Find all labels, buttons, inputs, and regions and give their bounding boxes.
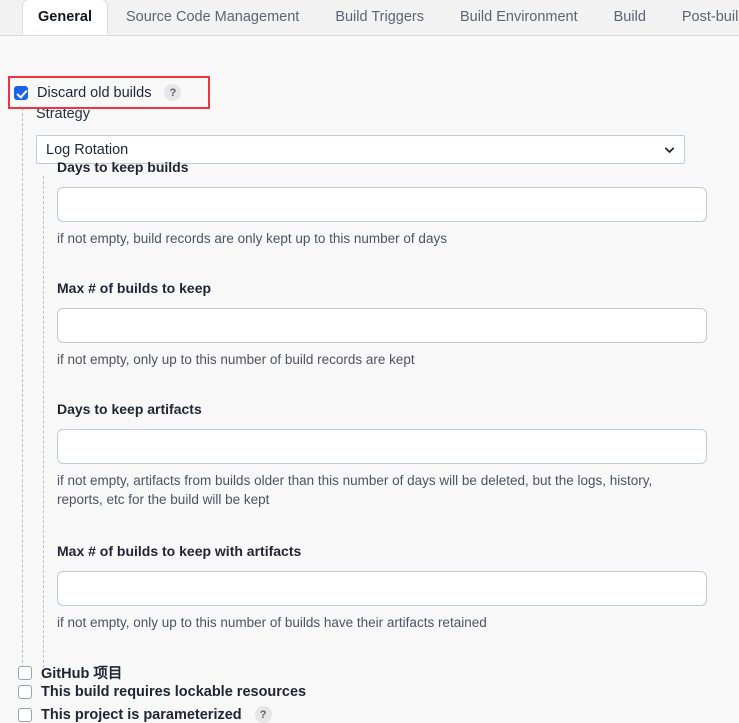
- discard-old-builds-checkbox[interactable]: [14, 85, 28, 100]
- tab-post-build-actions[interactable]: Post-build Actions: [664, 0, 739, 35]
- github-project-label: GitHub 项目: [41, 666, 123, 682]
- tab-build-environment[interactable]: Build Environment: [442, 0, 596, 35]
- lockable-resources-row[interactable]: This build requires lockable resources: [18, 684, 306, 700]
- max-builds-with-artifacts-input[interactable]: [57, 571, 707, 606]
- project-parameterized-checkbox[interactable]: [18, 707, 32, 722]
- lockable-resources-checkbox[interactable]: [18, 685, 32, 699]
- help-icon[interactable]: ?: [254, 706, 272, 723]
- max-builds-to-keep-input[interactable]: [57, 308, 707, 343]
- discard-old-builds-row[interactable]: Discard old builds ?: [14, 84, 182, 101]
- days-to-keep-builds-input[interactable]: [57, 187, 707, 222]
- days-to-keep-artifacts-input[interactable]: [57, 429, 707, 464]
- config-tab-bar: General Source Code Management Build Tri…: [0, 0, 739, 36]
- max-builds-with-artifacts-helper: if not empty, only up to this number of …: [57, 615, 487, 630]
- max-builds-to-keep-helper: if not empty, only up to this number of …: [57, 352, 415, 367]
- strategy-label: Strategy: [36, 106, 90, 122]
- max-builds-with-artifacts-label: Max # of builds to keep with artifacts: [57, 543, 302, 559]
- days-to-keep-artifacts-helper: if not empty, artifacts from builds olde…: [57, 473, 653, 507]
- tab-source-code-management[interactable]: Source Code Management: [108, 0, 317, 35]
- chevron-down-icon: [664, 144, 675, 155]
- tab-build[interactable]: Build: [596, 0, 664, 35]
- max-builds-to-keep-label: Max # of builds to keep: [57, 280, 212, 296]
- discard-old-builds-label: Discard old builds: [37, 84, 152, 101]
- github-project-checkbox[interactable]: [18, 665, 32, 680]
- section-guide-rail-inner: [43, 176, 44, 678]
- tab-build-triggers[interactable]: Build Triggers: [317, 0, 442, 35]
- github-project-row[interactable]: GitHub 项目: [18, 662, 122, 683]
- days-to-keep-artifacts-label: Days to keep artifacts: [57, 401, 202, 417]
- lockable-resources-label: This build requires lockable resources: [41, 684, 307, 700]
- section-guide-rail-outer: [22, 108, 23, 678]
- days-to-keep-builds-helper: if not empty, build records are only kep…: [57, 231, 447, 246]
- days-to-keep-builds-label: Days to keep builds: [57, 159, 189, 175]
- general-config-panel: Discard old builds ? Strategy Log Rotati…: [0, 36, 739, 723]
- project-parameterized-row[interactable]: This project is parameterized ?: [18, 706, 272, 723]
- help-icon[interactable]: ?: [164, 84, 182, 101]
- project-parameterized-label: This project is parameterized: [41, 706, 242, 723]
- tab-general[interactable]: General: [22, 0, 108, 35]
